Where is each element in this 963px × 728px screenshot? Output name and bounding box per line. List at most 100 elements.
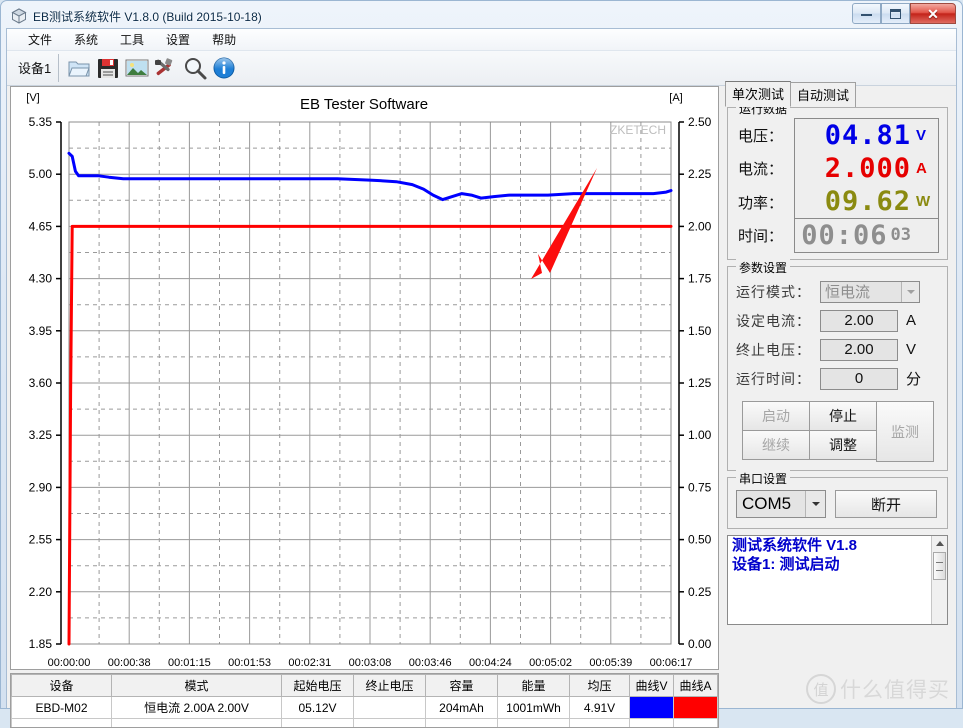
chart-title: EB Tester Software xyxy=(300,96,428,113)
voltage-unit: V xyxy=(916,127,934,144)
svg-text:0.00: 0.00 xyxy=(688,637,712,651)
power-unit: W xyxy=(916,193,934,210)
svg-text:1.85: 1.85 xyxy=(29,637,53,651)
set-current-label: 设定电流： xyxy=(736,311,820,331)
cell-curve-v-swatch[interactable] xyxy=(630,697,674,719)
magnifier-icon[interactable] xyxy=(182,55,208,81)
menu-item-file[interactable]: 文件 xyxy=(17,29,63,50)
svg-text:0.50: 0.50 xyxy=(688,533,712,547)
svg-text:2.00: 2.00 xyxy=(688,219,712,233)
log-line: 设备1: 测试启动 xyxy=(728,555,947,574)
results-table: 设备 模式 起始电压 终止电压 容量 能量 均压 曲线V 曲线A xyxy=(11,674,718,728)
set-current-input[interactable]: 2.00 xyxy=(820,310,898,332)
chart-right-axis-label: [A] xyxy=(669,92,682,104)
window-title: EB测试系统软件 V1.8.0 (Build 2015-10-18) xyxy=(33,8,262,25)
svg-text:3.95: 3.95 xyxy=(29,324,53,338)
power-label: 功率： xyxy=(736,187,794,220)
col-avg-voltage[interactable]: 均压 xyxy=(570,675,630,697)
start-button[interactable]: 启动 xyxy=(742,401,810,431)
run-time-input[interactable]: 0 xyxy=(820,368,898,390)
tools-icon[interactable] xyxy=(153,55,179,81)
svg-text:0.75: 0.75 xyxy=(688,480,712,494)
results-table-panel[interactable]: 设备 模式 起始电压 终止电压 容量 能量 均压 曲线V 曲线A xyxy=(10,673,719,728)
col-start-voltage[interactable]: 起始电压 xyxy=(282,675,354,697)
menu-item-system[interactable]: 系统 xyxy=(63,29,109,50)
stop-button[interactable]: 停止 xyxy=(809,401,877,431)
svg-text:00:03:46: 00:03:46 xyxy=(409,657,452,669)
menu-item-tools[interactable]: 工具 xyxy=(109,29,155,50)
svg-text:1.75: 1.75 xyxy=(688,272,712,286)
col-curve-a[interactable]: 曲线A xyxy=(674,675,718,697)
run-mode-label: 运行模式： xyxy=(736,282,820,302)
chart-left-axis-label: [V] xyxy=(26,92,39,104)
run-time-label: 运行时间： xyxy=(736,369,820,389)
svg-text:00:06:17: 00:06:17 xyxy=(650,657,693,669)
cell-start-voltage: 05.12V xyxy=(282,697,354,719)
cell-device: EBD-M02 xyxy=(12,697,112,719)
voltage-label: 电压： xyxy=(736,120,794,153)
cell-mode: 恒电流 2.00A 2.00V xyxy=(112,697,282,719)
monitor-button[interactable]: 监测 xyxy=(876,401,934,462)
client-area: 文件 系统 工具 设置 帮助 设备1 xyxy=(6,28,957,708)
chart-panel[interactable]: EB Tester Software [V] [A] 5.355.004.654… xyxy=(10,86,719,670)
serial-port-select[interactable]: COM5 xyxy=(736,490,826,518)
measurement-chart[interactable]: EB Tester Software [V] [A] 5.355.004.654… xyxy=(11,87,718,669)
info-icon[interactable] xyxy=(211,55,237,81)
log-scrollbar[interactable] xyxy=(931,536,947,624)
chevron-down-icon[interactable] xyxy=(901,282,919,302)
svg-text:00:03:08: 00:03:08 xyxy=(349,657,392,669)
table-row-empty[interactable] xyxy=(12,719,718,728)
menu-item-help[interactable]: 帮助 xyxy=(201,29,247,50)
svg-text:4.30: 4.30 xyxy=(29,272,53,286)
table-row[interactable]: EBD-M02 恒电流 2.00A 2.00V 05.12V 204mAh 10… xyxy=(12,697,718,719)
svg-text:2.50: 2.50 xyxy=(688,115,712,129)
cell-curve-a-swatch[interactable] xyxy=(674,697,718,719)
restore-icon xyxy=(890,9,901,19)
title-bar: EB测试系统软件 V1.8.0 (Build 2015-10-18) ✕ xyxy=(5,5,958,27)
log-output[interactable]: 测试系统软件 V1.8 设备1: 测试启动 xyxy=(727,535,948,625)
col-curve-v[interactable]: 曲线V xyxy=(630,675,674,697)
col-device[interactable]: 设备 xyxy=(12,675,112,697)
close-button[interactable]: ✕ xyxy=(910,3,956,24)
open-folder-icon[interactable] xyxy=(66,55,92,81)
panel-tabs: 单次测试 自动测试 xyxy=(721,85,954,107)
tab-auto-test[interactable]: 自动测试 xyxy=(790,82,856,107)
scroll-up-button[interactable] xyxy=(932,536,947,551)
restore-button[interactable] xyxy=(881,3,910,24)
close-icon: ✕ xyxy=(927,7,939,21)
col-capacity[interactable]: 容量 xyxy=(426,675,498,697)
app-icon xyxy=(11,8,27,24)
svg-text:00:05:02: 00:05:02 xyxy=(529,657,572,669)
continue-button[interactable]: 继续 xyxy=(742,430,810,460)
cell-end-voltage xyxy=(354,697,426,719)
chevron-down-icon[interactable] xyxy=(805,491,825,517)
application-window: EB测试系统软件 V1.8.0 (Build 2015-10-18) ✕ 文件 … xyxy=(0,0,963,709)
svg-text:00:05:39: 00:05:39 xyxy=(589,657,632,669)
adjust-button[interactable]: 调整 xyxy=(809,430,877,460)
menu-item-settings[interactable]: 设置 xyxy=(155,29,201,50)
disconnect-button[interactable]: 断开 xyxy=(835,490,937,518)
cell-energy: 1001mWh xyxy=(498,697,570,719)
time-seconds: 03 xyxy=(891,227,911,244)
window-controls: ✕ xyxy=(852,3,956,24)
save-disk-icon[interactable] xyxy=(95,55,121,81)
current-readout-row: 2.000 A xyxy=(795,152,938,185)
col-energy[interactable]: 能量 xyxy=(498,675,570,697)
svg-text:1.25: 1.25 xyxy=(688,376,712,390)
device-tab[interactable]: 设备1 xyxy=(13,54,59,82)
col-mode[interactable]: 模式 xyxy=(112,675,282,697)
voltage-readout-row: 04.81 V xyxy=(795,119,938,152)
scroll-thumb[interactable] xyxy=(933,552,946,580)
run-mode-select[interactable]: 恒电流 xyxy=(820,281,920,303)
run-data-group: 运行数据 电压： 电流： 功率： 时间： 04 xyxy=(727,107,948,260)
time-label: 时间： xyxy=(736,220,794,253)
minimize-button[interactable] xyxy=(852,3,881,24)
cutoff-voltage-input[interactable]: 2.00 xyxy=(820,339,898,361)
minimize-icon xyxy=(861,12,872,16)
current-unit: A xyxy=(916,160,934,177)
set-current-row: 设定电流： 2.00 A xyxy=(736,306,939,335)
picture-icon[interactable] xyxy=(124,55,150,81)
tab-single-test[interactable]: 单次测试 xyxy=(725,81,791,107)
col-end-voltage[interactable]: 终止电压 xyxy=(354,675,426,697)
set-current-unit: A xyxy=(906,312,916,329)
